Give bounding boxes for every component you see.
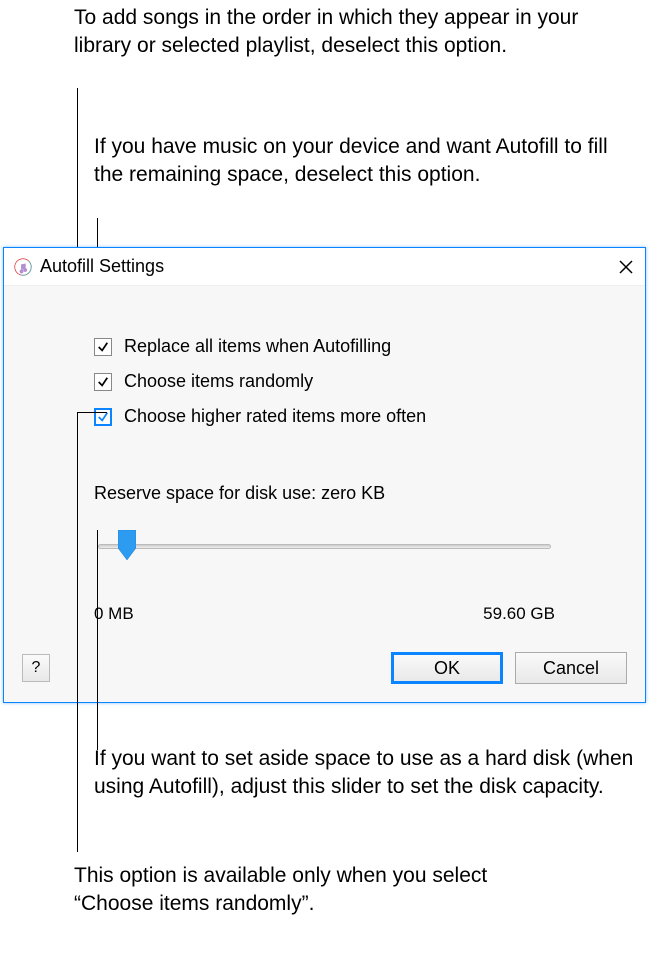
leader-c4-vertical — [77, 412, 78, 852]
checkbox-higher-rated[interactable] — [94, 408, 112, 426]
slider-min: 0 MB — [94, 604, 134, 624]
slider-max: 59.60 GB — [483, 604, 555, 624]
callout-replace-all: If you have music on your device and wan… — [94, 133, 624, 190]
cancel-button[interactable]: Cancel — [515, 652, 627, 684]
leader-c3-vertical — [97, 530, 98, 750]
window-title: Autofill Settings — [40, 256, 615, 277]
checkbox-choose-random[interactable] — [94, 373, 112, 391]
reserve-label: Reserve space for disk use: zero KB — [94, 483, 555, 504]
option-row-replace-all: Replace all items when Autofilling — [94, 336, 555, 357]
itunes-icon — [14, 258, 32, 276]
reserve-slider[interactable] — [98, 530, 551, 570]
checkbox-replace-all[interactable] — [94, 338, 112, 356]
dialog-body: Replace all items when Autofilling Choos… — [4, 286, 645, 702]
titlebar: Autofill Settings — [4, 248, 645, 286]
slider-scale: 0 MB 59.60 GB — [94, 604, 555, 624]
ok-button[interactable]: OK — [391, 652, 503, 684]
page-root: To add songs in the order in which they … — [0, 0, 649, 976]
reserve-section: Reserve space for disk use: zero KB 0 MB… — [94, 483, 555, 624]
button-row: ? OK Cancel — [22, 652, 627, 684]
callout-slider: If you want to set aside space to use as… — [94, 745, 634, 802]
close-icon — [619, 260, 633, 274]
callout-random-order: To add songs in the order in which they … — [74, 4, 594, 61]
callout-higher-rated-dependency: This option is available only when you s… — [74, 862, 494, 919]
label-choose-random: Choose items randomly — [124, 371, 313, 392]
help-button[interactable]: ? — [22, 654, 50, 682]
label-higher-rated: Choose higher rated items more often — [124, 406, 426, 427]
slider-thumb[interactable] — [118, 530, 136, 560]
label-replace-all: Replace all items when Autofilling — [124, 336, 391, 357]
option-row-choose-random: Choose items randomly — [94, 371, 555, 392]
close-button[interactable] — [615, 256, 637, 278]
autofill-settings-dialog: Autofill Settings Replace all items when… — [3, 247, 646, 703]
slider-track — [98, 544, 551, 549]
leader-c4-horizontal — [77, 412, 107, 413]
option-row-higher-rated: Choose higher rated items more often — [94, 406, 555, 427]
